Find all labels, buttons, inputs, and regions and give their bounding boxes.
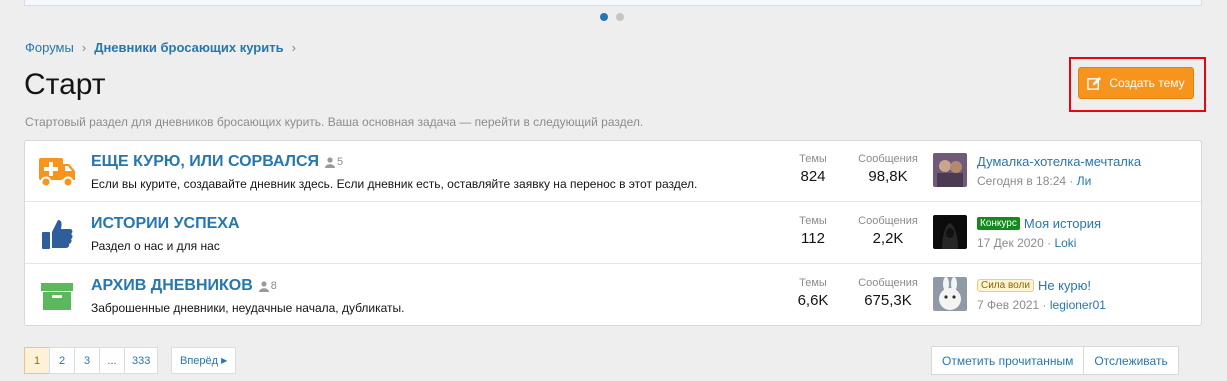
viewer-count-value: 5 bbox=[337, 156, 344, 168]
messages-label: Сообщения bbox=[858, 153, 918, 165]
chevron-right-icon: › bbox=[81, 40, 87, 55]
last-post-date: Сегодня в 18:24 bbox=[977, 174, 1067, 188]
forum-node: ЕЩЕ КУРЮ, ИЛИ СОРВАЛСЯ 5 Если вы курите,… bbox=[25, 141, 1201, 202]
page-link-current[interactable]: 1 bbox=[24, 347, 50, 374]
forum-description: Заброшенные дневники, неудачные начала, … bbox=[91, 301, 405, 315]
last-thread-meta: 17 Дек 2020 · Loki bbox=[977, 236, 1077, 250]
forum-description: Если вы курите, создавайте дневник здесь… bbox=[91, 177, 698, 191]
create-thread-highlight: Создать тему bbox=[1069, 57, 1206, 112]
breadcrumb-current[interactable]: Дневники бросающих курить bbox=[94, 40, 283, 55]
top-banner bbox=[24, 0, 1202, 6]
last-thread-title: Моя история bbox=[1023, 216, 1102, 231]
user-icon bbox=[325, 156, 336, 168]
carousel-dot-2[interactable] bbox=[616, 13, 624, 21]
messages-value: 675,3K bbox=[864, 292, 912, 309]
last-post-user[interactable]: Ли bbox=[1077, 174, 1092, 188]
last-post-date: 17 Дек 2020 bbox=[977, 236, 1044, 250]
themes-stat: Темы 112 bbox=[787, 215, 839, 247]
forum-title: ИСТОРИИ УСПЕХА bbox=[91, 215, 240, 232]
viewer-count: 8 bbox=[258, 280, 277, 292]
avatar[interactable] bbox=[933, 215, 967, 249]
create-thread-label: Создать тему bbox=[1109, 76, 1185, 90]
page-description: Стартовый раздел для дневников бросающих… bbox=[25, 115, 644, 129]
last-thread-link[interactable]: Конкурс Моя история bbox=[977, 216, 1101, 231]
page-link-last[interactable]: 333 bbox=[124, 347, 159, 374]
themes-value: 824 bbox=[800, 168, 826, 185]
create-thread-button[interactable]: Создать тему bbox=[1078, 67, 1194, 99]
messages-label: Сообщения bbox=[858, 277, 918, 289]
forum-title: АРХИВ ДНЕВНИКОВ bbox=[91, 277, 253, 294]
last-thread-title: Не курю! bbox=[1037, 278, 1091, 293]
page-jump[interactable]: ... bbox=[99, 347, 125, 374]
themes-label: Темы bbox=[799, 215, 827, 227]
last-thread-link[interactable]: Думалка-хотелка-мечталка bbox=[977, 154, 1141, 169]
messages-stat: Сообщения 98,8K bbox=[855, 153, 921, 185]
carousel-dot-1[interactable] bbox=[600, 13, 608, 21]
forum-list: ЕЩЕ КУРЮ, ИЛИ СОРВАЛСЯ 5 Если вы курите,… bbox=[24, 140, 1202, 326]
last-thread-meta: Сегодня в 18:24 · Ли bbox=[977, 174, 1092, 188]
last-thread-link[interactable]: Сила воли Не курю! bbox=[977, 278, 1091, 293]
user-icon bbox=[258, 280, 269, 292]
page-link[interactable]: 3 bbox=[74, 347, 100, 374]
archive-icon bbox=[38, 279, 76, 313]
ambulance-icon bbox=[38, 155, 76, 189]
edit-icon bbox=[1087, 76, 1102, 90]
chevron-right-icon: › bbox=[291, 40, 296, 55]
themes-label: Темы bbox=[799, 153, 827, 165]
breadcrumb: Форумы › Дневники бросающих курить › bbox=[25, 40, 304, 55]
page-link[interactable]: 2 bbox=[49, 347, 75, 374]
messages-stat: Сообщения 675,3K bbox=[855, 277, 921, 309]
themes-stat: Темы 824 bbox=[787, 153, 839, 185]
watch-button[interactable]: Отслеживать bbox=[1083, 346, 1179, 375]
carousel-dots bbox=[600, 13, 624, 21]
forum-node: АРХИВ ДНЕВНИКОВ 8 Заброшенные дневники, … bbox=[25, 265, 1201, 326]
next-page-button[interactable]: Вперёд ▶ bbox=[171, 347, 237, 374]
last-post-date: 7 Фев 2021 bbox=[977, 298, 1040, 312]
forum-node: ИСТОРИИ УСПЕХА Раздел о нас и для нас Те… bbox=[25, 203, 1201, 264]
thumbs-up-icon bbox=[38, 217, 76, 251]
mark-read-button[interactable]: Отметить прочитанным bbox=[931, 346, 1085, 375]
last-thread-meta: 7 Фев 2021 · legioner01 bbox=[977, 298, 1106, 312]
avatar[interactable] bbox=[933, 153, 967, 187]
breadcrumb-root[interactable]: Форумы bbox=[25, 40, 74, 55]
pagination: 1 2 3 ... 333 bbox=[24, 347, 159, 374]
last-thread-title: Думалка-хотелка-мечталка bbox=[977, 154, 1142, 169]
messages-value: 2,2K bbox=[872, 230, 904, 247]
themes-value: 6,6K bbox=[797, 292, 829, 309]
last-post-user[interactable]: legioner01 bbox=[1050, 298, 1106, 312]
themes-value: 112 bbox=[801, 230, 825, 247]
prefix-badge: Конкурс bbox=[977, 217, 1020, 230]
page-title: Старт bbox=[24, 68, 106, 101]
themes-stat: Темы 6,6K bbox=[787, 277, 839, 309]
forum-title: ЕЩЕ КУРЮ, ИЛИ СОРВАЛСЯ bbox=[91, 153, 320, 170]
last-post-user[interactable]: Loki bbox=[1054, 236, 1076, 250]
messages-stat: Сообщения 2,2K bbox=[855, 215, 921, 247]
forum-title-link[interactable]: АРХИВ ДНЕВНИКОВ 8 bbox=[91, 277, 277, 295]
next-page-label: Вперёд bbox=[180, 354, 219, 367]
forum-actions: Отметить прочитанным Отслеживать bbox=[931, 346, 1179, 375]
viewer-count: 5 bbox=[325, 156, 343, 168]
avatar[interactable] bbox=[933, 277, 967, 311]
prefix-badge: Сила воли bbox=[977, 279, 1034, 292]
forum-title-link[interactable]: ЕЩЕ КУРЮ, ИЛИ СОРВАЛСЯ 5 bbox=[91, 153, 343, 171]
messages-label: Сообщения bbox=[858, 215, 918, 227]
forum-description: Раздел о нас и для нас bbox=[91, 239, 220, 253]
caret-right-icon: ▶ bbox=[221, 356, 228, 365]
viewer-count-value: 8 bbox=[270, 280, 277, 292]
themes-label: Темы bbox=[799, 277, 827, 289]
forum-title-link[interactable]: ИСТОРИИ УСПЕХА bbox=[91, 215, 240, 233]
messages-value: 98,8K bbox=[868, 168, 908, 185]
